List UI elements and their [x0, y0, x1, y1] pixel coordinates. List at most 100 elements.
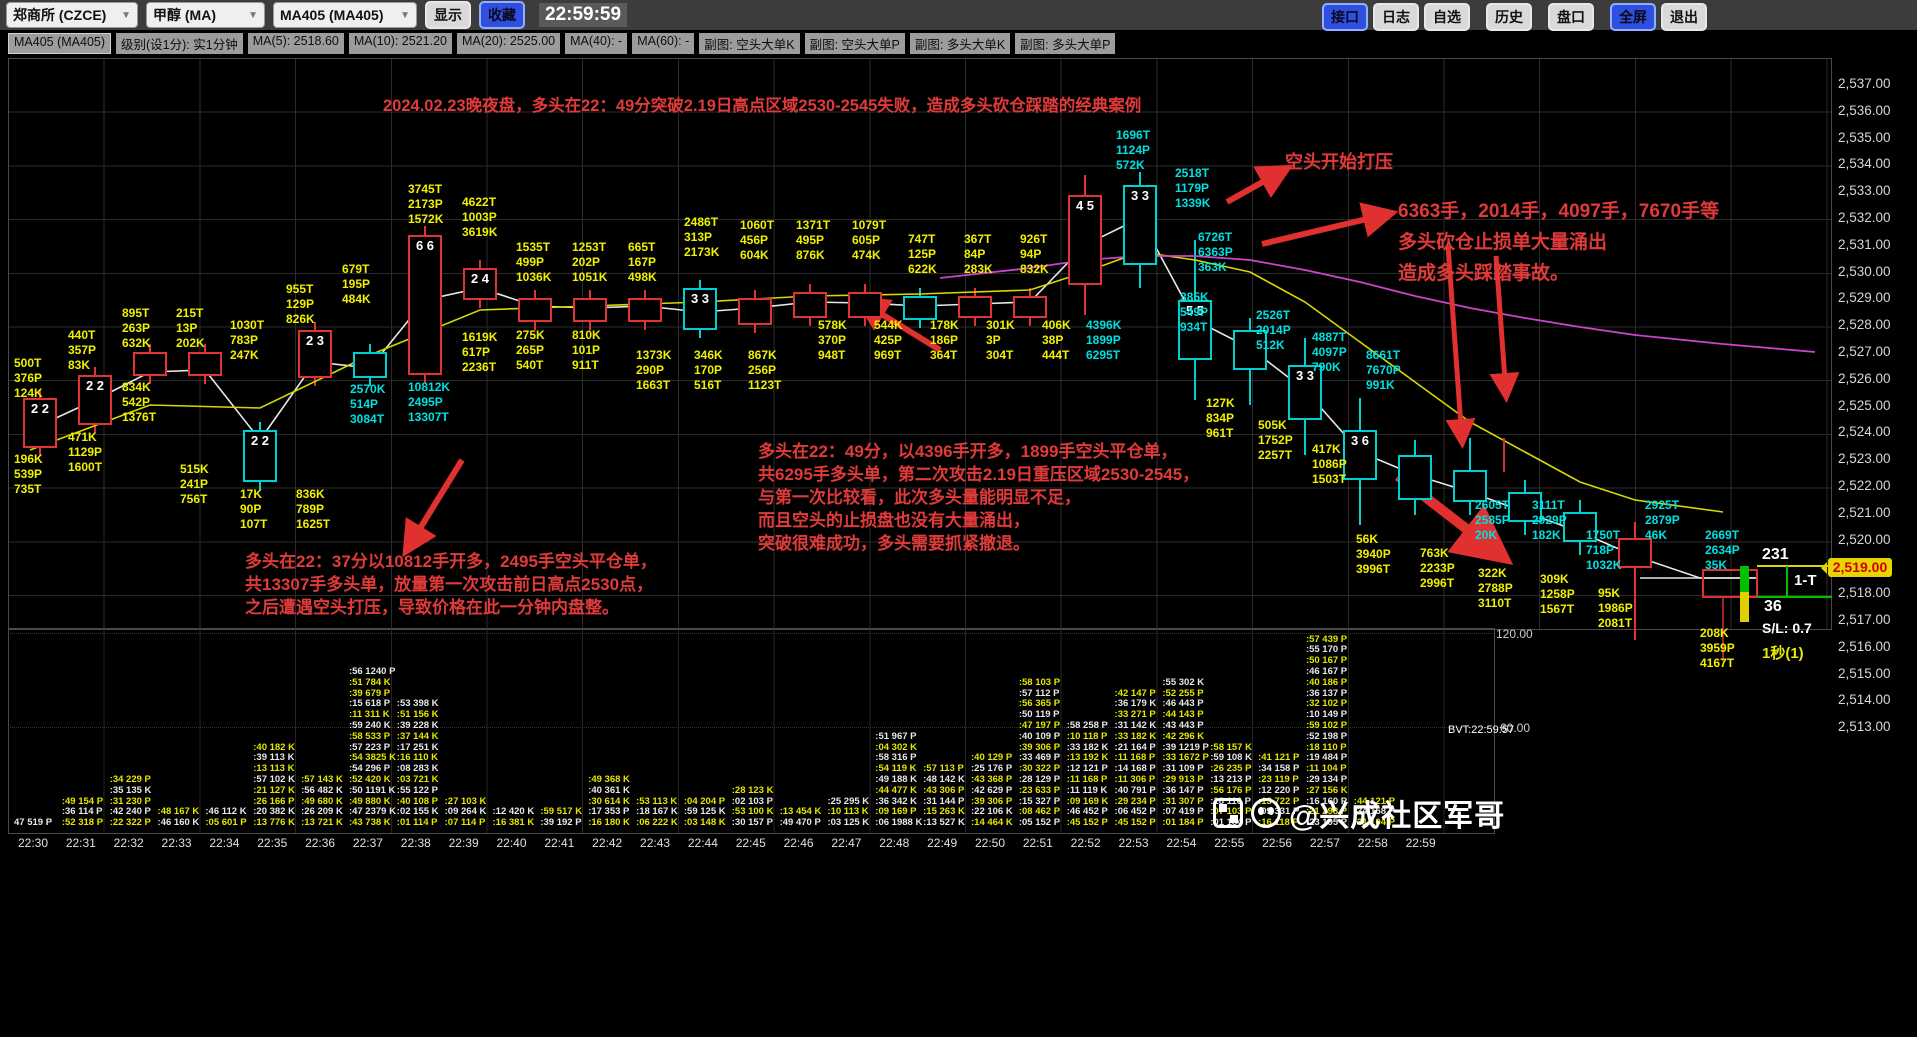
candle-body [1398, 455, 1432, 500]
orderflow-entry: :40 109 P [1019, 732, 1060, 743]
price-axis-label: 2,513.00 [1838, 719, 1908, 734]
trade-volume-label: 4622T 1003P 3619K [462, 195, 497, 240]
time-axis-label: 22:32 [114, 836, 144, 850]
time-axis-label: 22:42 [592, 836, 622, 850]
time-axis-label: 22:36 [305, 836, 335, 850]
price-axis-label: 2,524.00 [1838, 424, 1908, 439]
widget-count-top: 231 [1762, 546, 1789, 564]
trade-volume-label: 301K 3P 304T [986, 318, 1015, 363]
orderflow-column: :04 204 P:59 125 K:03 148 K [684, 797, 726, 829]
watermark-text: @兴成社区军哥 [1289, 791, 1505, 835]
widget-rect [1740, 566, 1749, 592]
price-axis-label: 2,535.00 [1838, 130, 1908, 145]
trade-volume-label: 275K 265P 540T [516, 328, 545, 373]
orderflow-entry: :28 123 K [732, 786, 774, 797]
annotation-second-attack: 多头在22：49分，以4396手开多，1899手空头平仓单， 共6295手多头单… [758, 440, 1199, 555]
orderflow-entry: :01 114 P [397, 818, 439, 829]
widget-rect [1740, 592, 1749, 622]
orderflow-entry: :21 127 K [253, 786, 295, 797]
candle-body [1013, 296, 1047, 318]
trade-volume-label: 2518T 1179P 1339K [1175, 166, 1210, 211]
orderflow-entry: :36 147 P [1162, 786, 1208, 797]
trade-volume-label: 2526T 2014P 512K [1256, 308, 1291, 353]
trade-volume-label: 385K 549P 934T [1180, 290, 1209, 335]
orderflow-entry: :14 464 K [971, 818, 1013, 829]
trade-volume-label: 834K 542P 1376T [122, 380, 156, 425]
orderflow-column: :48 167 K:46 160 K [158, 807, 200, 829]
trade-volume-label: 4396K 1899P 6295T [1086, 318, 1121, 363]
time-axis-label: 22:57 [1310, 836, 1340, 850]
orderflow-column: :40 182 K:39 113 K:13 113 K:57 102 K:21 … [253, 743, 295, 829]
price-axis-label: 2,518.00 [1838, 585, 1908, 600]
candle-order-count: 6 6 [408, 238, 442, 254]
time-axis-label: 22:43 [640, 836, 670, 850]
orderflow-entry: :23 633 P [1019, 786, 1060, 797]
orderflow-entry: :05 601 P [205, 818, 246, 829]
trade-volume-label: 505K 1752P 2257T [1258, 418, 1293, 463]
widget-count-bottom: 36 [1764, 598, 1782, 616]
trade-volume-label: 196K 539P 735T [14, 452, 43, 497]
trade-volume-label: 679T 195P 484K [342, 262, 371, 307]
trade-volume-label: 926T 94P 832K [1020, 232, 1049, 277]
subchart-axis-upper: 120.00 [1496, 627, 1533, 641]
widget-tick-label: 1-T [1794, 572, 1817, 589]
trade-volume-label: 10812K 2495P 13307T [408, 380, 450, 425]
trade-volume-label: 867K 256P 1123T [748, 348, 781, 393]
trade-volume-label: 763K 2233P 2996T [1420, 546, 1455, 591]
time-axis-label: 22:33 [162, 836, 192, 850]
price-axis-label: 2,534.00 [1838, 156, 1908, 171]
widget-sl-label: S/L: 0.7 [1762, 620, 1812, 636]
orderflow-column: :53 113 K:18 167 K:06 222 K [636, 797, 678, 829]
price-axis-label: 2,514.00 [1838, 692, 1908, 707]
candle-body [353, 352, 387, 378]
time-axis-label: 22:48 [879, 836, 909, 850]
time-axis-label: 22:54 [1166, 836, 1196, 850]
orderflow-entry: :39 192 P [540, 818, 582, 829]
price-axis-label: 2,527.00 [1838, 344, 1908, 359]
orderflow-column: :51 967 P:04 302 K:58 316 P:54 119 K:49 … [875, 732, 922, 829]
trade-volume-label: 215T 13P 202K [176, 306, 205, 351]
price-axis-label: 2,517.00 [1838, 612, 1908, 627]
trade-volume-label: 544K 425P 969T [874, 318, 903, 363]
orderflow-column: :42 147 P:36 179 K:33 271 P:31 142 K:33 … [1115, 689, 1157, 829]
candle-order-count: 2 3 [298, 333, 332, 349]
candle-body [133, 352, 167, 376]
candle-body [793, 292, 827, 318]
time-axis-label: 22:49 [927, 836, 957, 850]
time-axis-label: 22:38 [401, 836, 431, 850]
orderflow-entry: :46 160 K [158, 818, 200, 829]
orderflow-entry: :13 776 K [253, 818, 295, 829]
trade-volume-label: 208K 3959P 4167T [1700, 626, 1735, 671]
trade-volume-label: 4887T 4097P 790K [1312, 330, 1347, 375]
orderflow-column: :28 123 K:02 103 P:53 100 K:30 157 P [732, 786, 774, 829]
time-axis-label: 22:39 [449, 836, 479, 850]
candle-order-count: 2 4 [463, 271, 497, 287]
time-axis-label: 22:47 [831, 836, 861, 850]
time-axis-label: 22:56 [1262, 836, 1292, 850]
orderflow-column: :55 302 K:52 255 P:46 443 P:44 143 P:43 … [1162, 678, 1208, 829]
bvt-timestamp: BVT:22:59:57 [1448, 724, 1514, 736]
candle-order-count: 2 2 [78, 378, 112, 394]
orderflow-entry: :49 470 P [780, 818, 822, 829]
trade-volume-label: 2486T 313P 2173K [684, 215, 719, 260]
trade-volume-label: 810K 101P 911T [572, 328, 601, 373]
trade-volume-label: 127K 834P 961T [1206, 396, 1235, 441]
time-axis-label: 22:50 [975, 836, 1005, 850]
current-price-tag: 2,519.00 [1828, 558, 1892, 577]
trade-volume-label: 346K 170P 516T [694, 348, 723, 393]
trade-volume-label: 578K 370P 948T [818, 318, 847, 363]
orderflow-column: :34 229 P:35 135 K:31 230 P:42 240 P:22 … [110, 775, 152, 829]
candle-body [628, 298, 662, 322]
orderflow-column: :53 398 K:51 156 K:39 228 K:37 144 K:17 … [397, 699, 439, 829]
candle-body [958, 296, 992, 318]
orderflow-entry: :07 114 P [445, 818, 487, 829]
orderflow-entry: :40 791 P [1115, 786, 1157, 797]
time-axis-label: 22:40 [496, 836, 526, 850]
trade-volume-label: 3745T 2173P 1572K [408, 182, 443, 227]
price-axis-label: 2,515.00 [1838, 666, 1908, 681]
orderflow-entry: :42 296 K [1162, 732, 1208, 743]
panda-icon [1251, 798, 1281, 828]
orderflow-column: :57 113 P:48 142 K:43 306 P:31 144 P:15 … [923, 764, 965, 829]
price-axis-label: 2,533.00 [1838, 183, 1908, 198]
trade-volume-label: 2570K 514P 3084T [350, 382, 385, 427]
